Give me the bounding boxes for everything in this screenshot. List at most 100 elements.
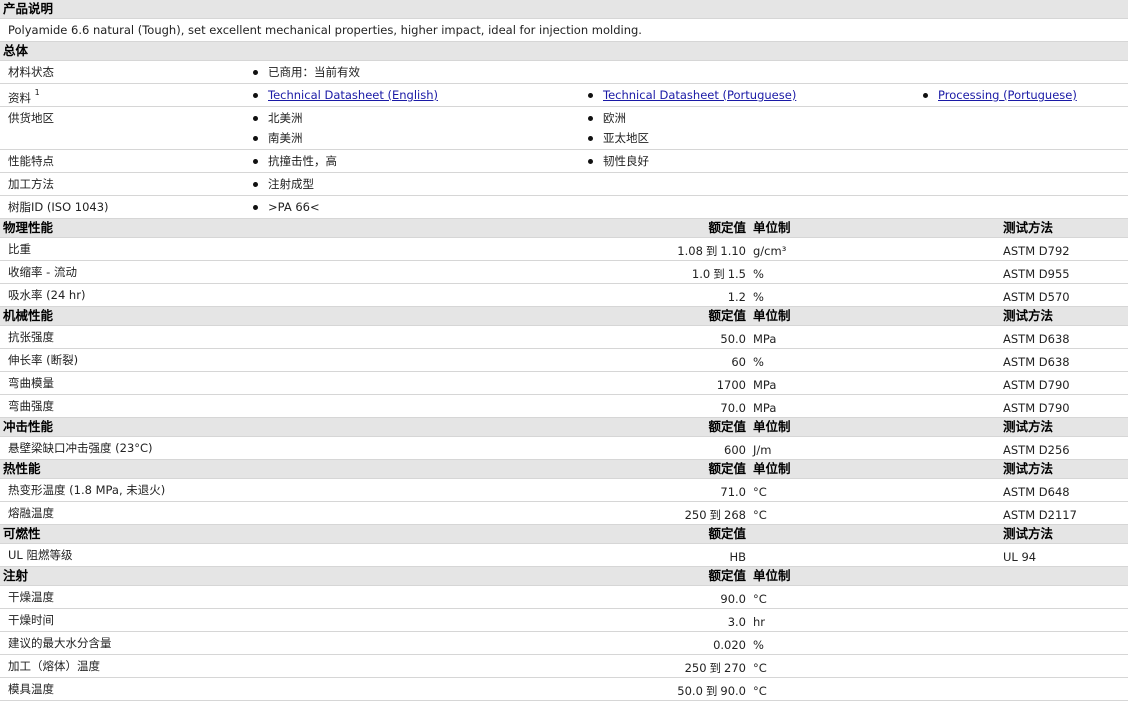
value-min: 50.0 xyxy=(677,684,703,698)
bullet-text: 抗撞击性，高 xyxy=(268,154,337,168)
test-method: ASTM D570 xyxy=(1003,290,1070,304)
section-title: 可燃性 xyxy=(3,526,41,541)
column-header-method: 测试方法 xyxy=(1003,419,1054,434)
value-max: 270 xyxy=(724,661,746,675)
property-unit: °C xyxy=(753,508,767,522)
property-row: 弯曲强度 70.0 MPa ASTM D790 xyxy=(0,395,1128,418)
property-row: 热变形温度 (1.8 MPa, 未退火) 71.0 °C ASTM D648 xyxy=(0,479,1128,502)
label-text: 材料状态 xyxy=(8,65,54,79)
property-row: 悬壁梁缺口冲击强度 (23°C) 600 J/m ASTM D256 xyxy=(0,437,1128,460)
property-row: 弯曲模量 1700 MPa ASTM D790 xyxy=(0,372,1128,395)
bullet-text: 欧洲 xyxy=(603,111,626,125)
test-method: ASTM D256 xyxy=(1003,443,1070,457)
value-min: 71.0 xyxy=(720,485,746,499)
range-separator: 到 xyxy=(713,267,725,281)
bullet-text: 注射成型 xyxy=(268,177,314,191)
bullet-item: 亚太地区 xyxy=(588,131,649,145)
general-rows: 材料状态 已商用：当前有效资料 1 Technical Datasheet (Eng… xyxy=(0,61,1128,219)
section-title: 机械性能 xyxy=(3,308,54,323)
bullet-text: 南美洲 xyxy=(268,131,303,145)
property-unit: % xyxy=(753,355,764,369)
general-row-label: 资料 1 xyxy=(8,88,40,105)
section-header-general: 总体 xyxy=(0,42,1128,61)
property-label: UL 阻燃等级 xyxy=(8,548,73,562)
test-method: ASTM D955 xyxy=(1003,267,1070,281)
column-header-unit: 单位制 xyxy=(753,220,791,235)
section-title: 冲击性能 xyxy=(3,419,54,434)
property-sections: 物理性能 额定值 单位制 测试方法 比重 1.08 到 1.10 g/cm³ ASTM D792 收… xyxy=(0,219,1128,701)
datasheet-link[interactable]: Processing (Portuguese) xyxy=(938,88,1077,102)
property-value: 90.0 xyxy=(720,592,746,606)
column-header-method: 测试方法 xyxy=(1003,461,1054,476)
section-header: 物理性能 额定值 单位制 测试方法 xyxy=(0,219,1128,238)
column-header-method: 测试方法 xyxy=(1003,526,1054,541)
property-value: 70.0 xyxy=(720,401,746,415)
footnote-marker: 1 xyxy=(34,88,40,97)
property-label: 收缩率 - 流动 xyxy=(8,265,77,279)
property-unit: J/m xyxy=(753,443,772,457)
value-min: 250 xyxy=(684,508,707,522)
property-label: 比重 xyxy=(8,242,31,256)
property-row: 建议的最大水分含量 0.020% xyxy=(0,632,1128,655)
general-row: 供货地区 北美洲 欧洲南美洲 亚太地区 xyxy=(0,107,1128,150)
range-separator: 到 xyxy=(709,508,722,522)
property-value: 1.2 xyxy=(728,290,746,304)
value-min: 250 xyxy=(684,661,707,675)
property-unit: °C xyxy=(753,661,767,675)
value-min: 600 xyxy=(724,443,746,457)
value-max: 268 xyxy=(724,508,746,522)
bullet-text: 亚太地区 xyxy=(603,131,649,145)
general-row: 性能特点 抗撞击性，高 韧性良好 xyxy=(0,150,1128,173)
property-unit: hr xyxy=(753,615,766,629)
bullet-item: 北美洲 xyxy=(253,111,303,125)
label-text: 加工方法 xyxy=(8,177,54,191)
column-header-unit: 单位制 xyxy=(753,568,791,583)
value-min: 1.08 xyxy=(677,244,703,258)
bullet-item[interactable]: Technical Datasheet (Portuguese) xyxy=(587,88,796,102)
column-header-nominal: 额定值 xyxy=(708,568,746,583)
column-header-nominal: 额定值 xyxy=(708,461,746,476)
bullet-item[interactable]: Processing (Portuguese) xyxy=(923,88,1077,102)
property-unit: MPa xyxy=(753,332,777,346)
section-title: 产品说明 xyxy=(3,1,54,16)
section-header: 热性能 额定值 单位制 测试方法 xyxy=(0,460,1128,479)
value-min: 50.0 xyxy=(720,332,746,346)
product-description: Polyamide 6.6 natural (Tough), set excel… xyxy=(8,23,642,37)
value-min: 3.0 xyxy=(727,615,746,629)
value-max: 90.0 xyxy=(720,684,746,698)
property-row: UL 阻燃等级 HB UL 94 xyxy=(0,544,1128,567)
column-header-nominal: 额定值 xyxy=(708,526,746,541)
property-row: 伸长率 (断裂) 60% ASTM D638 xyxy=(0,349,1128,372)
general-row-label: 供货地区 xyxy=(8,111,54,125)
label-text: 供货地区 xyxy=(8,111,54,125)
bullet-item: 南美洲 xyxy=(253,131,303,145)
value-min: 60 xyxy=(731,355,746,369)
test-method: ASTM D790 xyxy=(1003,378,1070,392)
property-unit: °C xyxy=(753,592,767,606)
general-row: 材料状态 已商用：当前有效 xyxy=(0,61,1128,84)
property-unit: % xyxy=(753,638,764,652)
description-row: Polyamide 6.6 natural (Tough), set excel… xyxy=(0,19,1128,42)
datasheet-link[interactable]: Technical Datasheet (Portuguese) xyxy=(603,88,796,102)
property-value: 0.020 xyxy=(713,638,746,652)
column-header-unit: 单位制 xyxy=(753,308,791,323)
value-min: 90.0 xyxy=(720,592,746,606)
property-unit: MPa xyxy=(753,401,777,415)
column-header-nominal: 额定值 xyxy=(708,308,746,323)
test-method: ASTM D648 xyxy=(1003,485,1070,499)
property-row: 吸水率 (24 hr) 1.2% ASTM D570 xyxy=(0,284,1128,307)
datasheet-link[interactable]: Technical Datasheet (English) xyxy=(268,88,438,102)
value-max: 1.5 xyxy=(727,267,746,281)
property-value: 250 到 270 xyxy=(685,661,746,675)
property-label: 加工（熔体）温度 xyxy=(8,659,100,673)
section-header: 冲击性能 额定值 单位制 测试方法 xyxy=(0,418,1128,437)
bullet-item[interactable]: Technical Datasheet (English) xyxy=(252,88,438,102)
section-header: 注射 额定值 单位制 xyxy=(0,567,1128,586)
property-label: 弯曲强度 xyxy=(8,399,54,413)
general-row: 资料 1 Technical Datasheet (English) Technic… xyxy=(0,84,1128,107)
property-label: 吸水率 (24 hr) xyxy=(8,288,86,302)
property-row: 收缩率 - 流动 1.0 到 1.5% ASTM D955 xyxy=(0,261,1128,284)
property-value: 1.0 到 1.5 xyxy=(692,267,746,281)
property-row: 熔融温度 250 到 268 °C ASTM D2117 xyxy=(0,502,1128,525)
general-row-label: 性能特点 xyxy=(8,154,54,168)
